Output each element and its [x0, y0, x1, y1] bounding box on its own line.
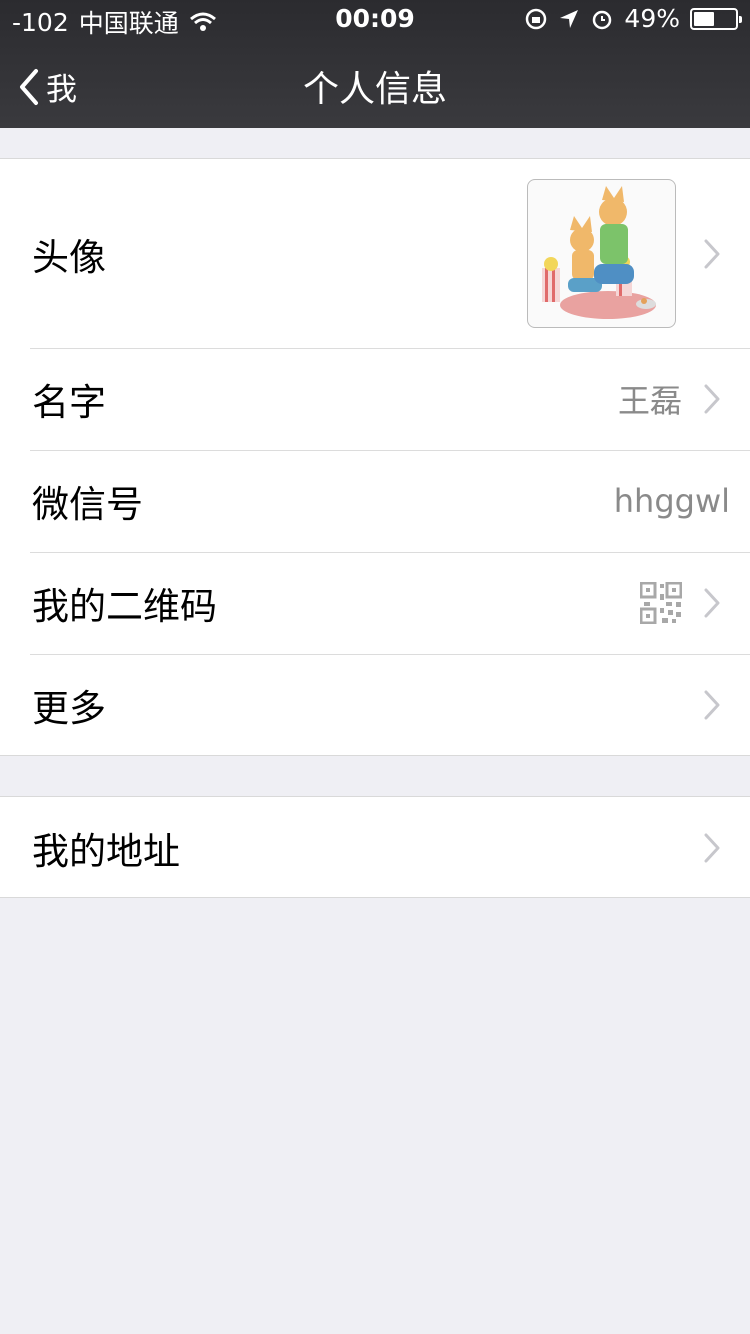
- avatar-illustration: [542, 186, 656, 319]
- row-more[interactable]: 更多: [0, 654, 750, 756]
- qr-code-icon: [640, 582, 682, 624]
- alarm-icon: [593, 10, 612, 29]
- address-label: 我的地址: [32, 830, 180, 873]
- name-label: 名字: [32, 381, 106, 424]
- battery-percent: 49%: [624, 4, 680, 33]
- location-icon: [560, 9, 579, 28]
- name-value: 王磊: [617, 382, 682, 420]
- chevron-right-icon: [704, 588, 720, 618]
- address-group: 我的地址: [0, 796, 750, 898]
- chevron-right-icon: [704, 384, 720, 414]
- row-address[interactable]: 我的地址: [0, 797, 750, 899]
- chevron-right-icon: [704, 239, 720, 268]
- status-right: 49%: [524, 4, 742, 33]
- profile-group: 头像 名字 王磊 微信号 hhggwl 我的二维码 更多: [0, 158, 750, 756]
- row-name[interactable]: 名字 王磊: [0, 348, 750, 450]
- avatar[interactable]: [527, 179, 676, 328]
- page-title: 个人信息: [302, 69, 447, 110]
- rotation-lock-icon: [526, 8, 547, 29]
- row-qr-code[interactable]: 我的二维码: [0, 552, 750, 654]
- chevron-right-icon: [704, 833, 720, 863]
- wechat-id-value: hhggwl: [613, 482, 730, 520]
- more-label: 更多: [32, 687, 106, 730]
- row-avatar[interactable]: 头像: [0, 159, 750, 348]
- top-bar: -102 中国联通 00:09 49% 我 个人信息: [0, 0, 750, 128]
- avatar-label: 头像: [32, 235, 106, 279]
- chevron-right-icon: [704, 690, 720, 720]
- row-wechat-id: 微信号 hhggwl: [0, 450, 750, 552]
- status-bar: -102 中国联通 00:09 49%: [0, 0, 750, 40]
- battery-icon: [690, 7, 742, 30]
- wechat-id-label: 微信号: [32, 483, 143, 526]
- qr-code-label: 我的二维码: [32, 585, 217, 628]
- navigation-bar: 我 个人信息: [0, 40, 750, 128]
